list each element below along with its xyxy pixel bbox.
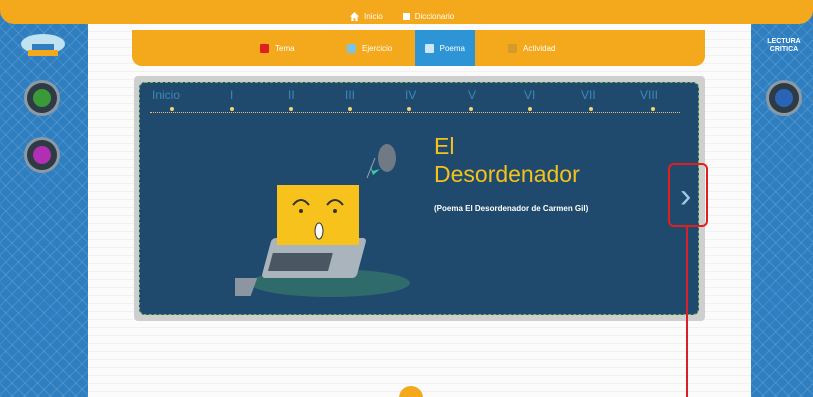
purple-menu-button[interactable]	[24, 137, 60, 173]
section-tabs: Tema Ejercicio Poema Actividad	[132, 30, 705, 66]
badge-line1: LECTURA	[767, 38, 801, 45]
lectura-critica-badge[interactable]: LECTURA CRITICA	[760, 38, 808, 53]
tab-ejercicio[interactable]: Ejercicio	[337, 30, 402, 66]
home-label: Inicio	[364, 12, 383, 21]
dictionary-link[interactable]: Diccionario	[402, 12, 455, 21]
timeline-label-3[interactable]: III	[345, 88, 355, 102]
tab-poema[interactable]: Poema	[415, 30, 475, 66]
badge-line2: CRITICA	[769, 45, 799, 53]
tab-actividad-label: Actividad	[523, 43, 556, 53]
blue-menu-button[interactable]	[766, 80, 802, 116]
dictionary-icon	[402, 13, 410, 20]
desk-illustration	[235, 144, 410, 297]
poem-icon	[425, 43, 434, 53]
poem-subtitle: (Poema El Desordenador de Carmen Gil)	[434, 204, 589, 213]
home-icon	[350, 12, 359, 21]
timeline-label-1[interactable]: I	[230, 88, 233, 102]
app-logo[interactable]	[18, 30, 68, 64]
timeline-marker	[589, 107, 593, 111]
home-link[interactable]: Inicio	[350, 12, 383, 21]
timeline-marker	[651, 107, 655, 111]
tab-tema-label: Tema	[275, 43, 295, 53]
exercise-icon	[347, 43, 356, 53]
timeline-label-8[interactable]: VIII	[640, 88, 658, 102]
timeline-label-7[interactable]: VII	[581, 88, 596, 102]
top-bar: Inicio Diccionario	[0, 0, 813, 24]
text-icon	[260, 43, 269, 53]
timeline-label-inicio[interactable]: Inicio	[152, 88, 180, 102]
highlight-pointer-line	[686, 227, 688, 397]
right-sidebar	[751, 0, 813, 397]
next-slide-button[interactable]: ›	[668, 163, 708, 227]
dictionary-label: Diccionario	[414, 12, 455, 21]
timeline-label-2[interactable]: II	[288, 88, 295, 102]
activity-icon	[508, 43, 517, 53]
timeline-marker	[230, 107, 234, 111]
poem-title-line1: El	[434, 133, 455, 159]
timeline-label-4[interactable]: IV	[405, 88, 416, 102]
poem-slide: El Desordenador	[139, 82, 699, 315]
green-menu-button[interactable]	[24, 80, 60, 116]
timeline-marker	[407, 107, 411, 111]
tab-tema[interactable]: Tema	[250, 30, 305, 66]
timeline-marker	[170, 107, 174, 111]
timeline-label-5[interactable]: V	[468, 88, 476, 102]
tab-poema-label: Poema	[439, 43, 465, 53]
timeline-marker	[289, 107, 293, 111]
timeline-label-6[interactable]: VI	[524, 88, 535, 102]
timeline-marker	[469, 107, 473, 111]
chevron-right-icon: ›	[680, 177, 692, 215]
tab-actividad[interactable]: Actividad	[498, 30, 565, 66]
timeline-marker	[528, 107, 532, 111]
timeline-marker	[348, 107, 352, 111]
poem-title-line2: Desordenador	[434, 161, 580, 187]
timeline-line	[150, 112, 680, 113]
tab-ejercicio-label: Ejercicio	[362, 43, 393, 53]
